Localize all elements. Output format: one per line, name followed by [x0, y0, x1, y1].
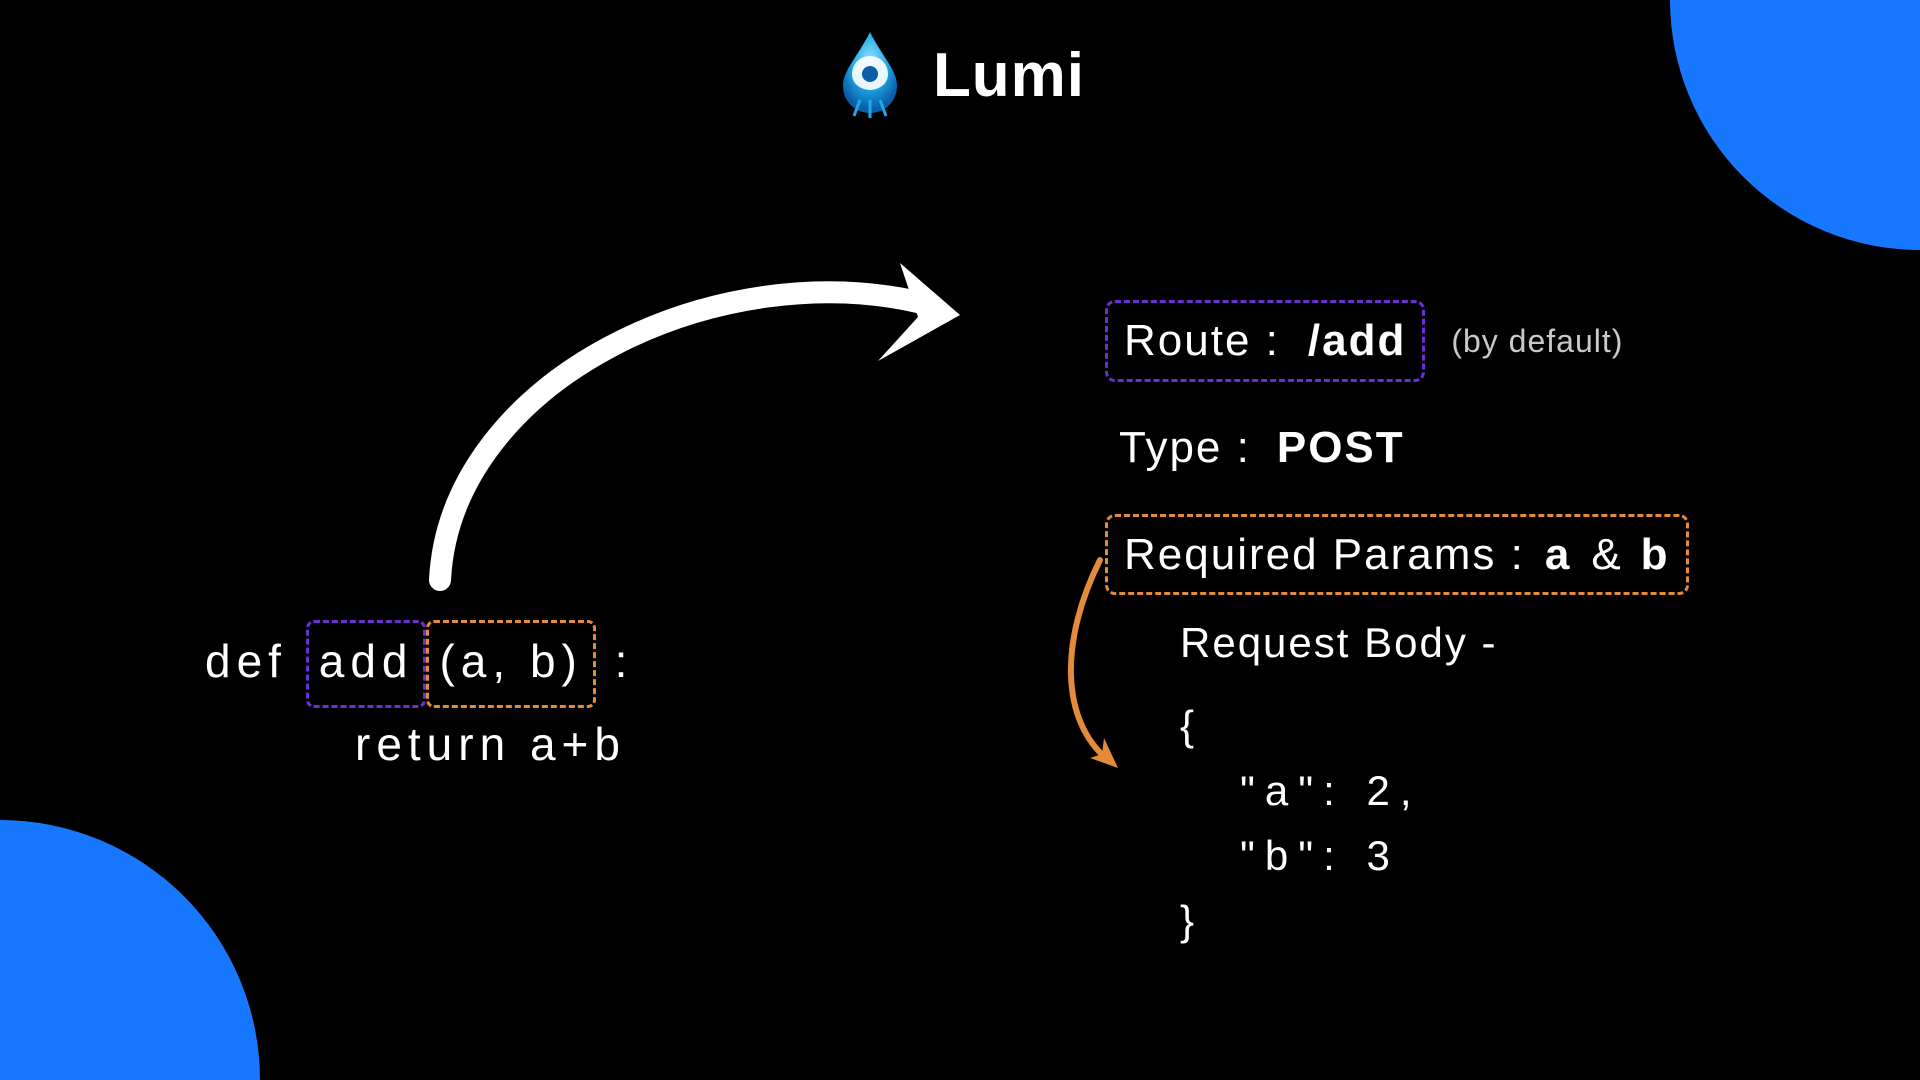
params-box-left: (a, b) [426, 620, 595, 708]
func-name: add [319, 635, 414, 687]
type-label: Type : [1119, 416, 1251, 480]
request-body: Request Body - { "a": 2, "b": 3 } [1180, 610, 1498, 953]
brace-close: } [1180, 888, 1498, 953]
func-name-box: add [306, 620, 427, 708]
main-arrow-icon [440, 263, 960, 580]
type-value: POST [1277, 416, 1405, 480]
required-label: Required Params : [1124, 523, 1525, 587]
request-title: Request Body - [1180, 610, 1498, 675]
code-snippet: def add (a, b) : return a+b [205, 620, 633, 781]
route-value: /add [1308, 309, 1406, 373]
func-params: (a, b) [439, 635, 582, 687]
code-line-def: def add (a, b) : [205, 620, 633, 708]
request-kv-b: "b": 3 [1240, 823, 1498, 888]
colon: : [615, 635, 634, 687]
keyword-def: def [205, 635, 287, 687]
required-params-row: Required Params : a & b [1105, 514, 1689, 596]
route-note: (by default) [1451, 318, 1623, 364]
required-p2: b [1641, 523, 1670, 587]
required-amp: & [1591, 523, 1620, 587]
required-p1: a [1545, 523, 1571, 587]
type-row: Type : POST [1119, 416, 1689, 480]
corner-bottom-left-shape [0, 820, 260, 1080]
lumi-logo-icon [835, 30, 905, 120]
brace-open: { [1180, 693, 1498, 758]
required-params-box: Required Params : a & b [1105, 514, 1689, 596]
route-row: Route : /add (by default) [1105, 300, 1689, 382]
route-label: Route : [1124, 309, 1280, 373]
route-box: Route : /add [1105, 300, 1425, 382]
code-line-return: return a+b [355, 708, 633, 782]
request-kv-a: "a": 2, [1240, 758, 1498, 823]
brand-title: Lumi [933, 40, 1085, 111]
header: Lumi [0, 30, 1920, 120]
info-column: Route : /add (by default) Type : POST Re… [1105, 300, 1689, 629]
